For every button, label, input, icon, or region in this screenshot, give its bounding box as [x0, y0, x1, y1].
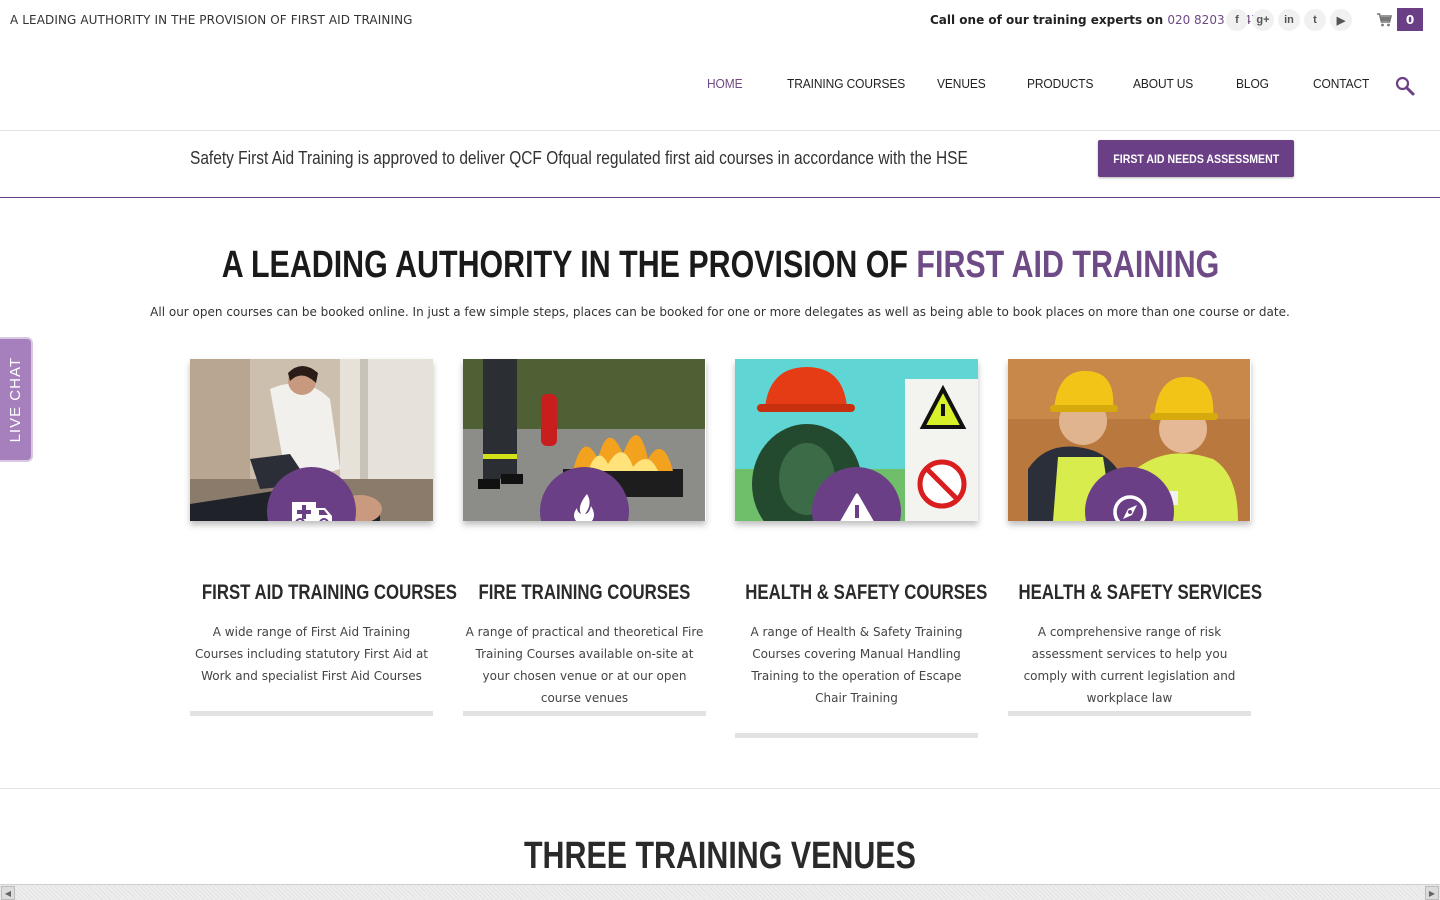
nav-training-courses[interactable]: TRAINING COURSES — [787, 76, 905, 91]
page-headline: A LEADING AUTHORITY IN THE PROVISION OF … — [0, 244, 1440, 287]
course-card-health-safety-services[interactable]: HEALTH & SAFETY SERVICES A comprehensive… — [1008, 359, 1262, 716]
linkedin-icon[interactable]: in — [1278, 9, 1300, 31]
accreditation-notice: Safety First Aid Training is approved to… — [190, 148, 968, 168]
live-chat-label: LIVE CHAT — [7, 356, 24, 443]
compass-icon — [1112, 494, 1147, 521]
google-plus-icon[interactable]: g+ — [1252, 9, 1274, 31]
card-description: A range of Health & Safety Training Cour… — [750, 625, 963, 705]
card-bar — [463, 711, 706, 716]
youtube-icon[interactable]: ▶ — [1330, 9, 1352, 31]
main-nav: HOME TRAINING COURSES VENUES PRODUCTS AB… — [0, 76, 1440, 96]
card-description: A wide range of First Aid Training Cours… — [194, 625, 429, 683]
call-label: Call one of our training experts on — [930, 13, 1164, 27]
call-text: Call one of our training experts on 020 … — [930, 13, 1259, 27]
scroll-left-icon[interactable]: ◀ — [1, 886, 15, 900]
ambulance-icon — [291, 501, 332, 521]
card-title[interactable]: HEALTH & SAFETY SERVICES — [988, 581, 1271, 605]
first-aid-image — [190, 359, 433, 521]
nav-venues[interactable]: VENUES — [937, 76, 986, 91]
cart-icon[interactable] — [1376, 12, 1392, 28]
scroll-right-icon[interactable]: ▶ — [1425, 886, 1439, 900]
intro-text: All our open courses can be booked onlin… — [150, 305, 1290, 319]
facebook-icon[interactable]: f — [1226, 9, 1248, 31]
card-title[interactable]: HEALTH & SAFETY COURSES — [715, 581, 998, 605]
headline-main: A LEADING AUTHORITY IN THE PROVISION OF — [221, 244, 908, 286]
card-bar — [735, 733, 978, 738]
twitter-icon[interactable]: t — [1304, 9, 1326, 31]
site-tagline: A LEADING AUTHORITY IN THE PROVISION OF … — [10, 13, 413, 27]
fire-training-image — [463, 359, 706, 521]
nav-products[interactable]: PRODUCTS — [1027, 76, 1093, 91]
live-chat-tab[interactable]: LIVE CHAT — [0, 337, 33, 462]
divider — [0, 130, 1440, 131]
health-safety-image — [735, 359, 978, 521]
card-title[interactable]: FIRE TRAINING COURSES — [443, 581, 726, 605]
needs-assessment-label: FIRST AID NEEDS ASSESSMENT — [1113, 151, 1279, 166]
card-bar — [1008, 711, 1251, 716]
nav-blog[interactable]: BLOG — [1236, 76, 1269, 91]
top-bar: A LEADING AUTHORITY IN THE PROVISION OF … — [0, 0, 1440, 40]
venues-heading: THREE TRAINING VENUES — [524, 835, 916, 877]
course-card-health-safety-courses[interactable]: HEALTH & SAFETY COURSES A range of Healt… — [735, 359, 987, 738]
card-title[interactable]: FIRST AID TRAINING COURSES — [170, 581, 457, 605]
course-card-fire[interactable]: FIRE TRAINING COURSES A range of practic… — [463, 359, 706, 716]
horizontal-scrollbar[interactable]: ◀ ▶ — [0, 884, 1440, 900]
nav-contact[interactable]: CONTACT — [1313, 76, 1369, 91]
nav-home[interactable]: HOME — [707, 76, 743, 91]
warning-icon — [839, 493, 874, 521]
course-card-first-aid[interactable]: FIRST AID TRAINING COURSES A wide range … — [190, 359, 457, 716]
divider — [0, 788, 1440, 789]
card-bar — [190, 711, 433, 716]
flame-icon — [573, 493, 594, 521]
search-icon[interactable] — [1395, 76, 1415, 96]
card-description: A range of practical and theoretical Fir… — [465, 625, 704, 705]
needs-assessment-button[interactable]: FIRST AID NEEDS ASSESSMENT — [1098, 140, 1294, 177]
divider — [0, 197, 1440, 198]
nav-about-us[interactable]: ABOUT US — [1133, 76, 1193, 91]
health-safety-services-image — [1008, 359, 1251, 521]
card-description: A comprehensive range of risk assessment… — [1023, 625, 1236, 705]
social-links: f g+ in t ▶ — [1226, 9, 1352, 31]
cart-count-badge[interactable]: 0 — [1397, 8, 1423, 31]
headline-accent: FIRST AID TRAINING — [915, 244, 1219, 286]
